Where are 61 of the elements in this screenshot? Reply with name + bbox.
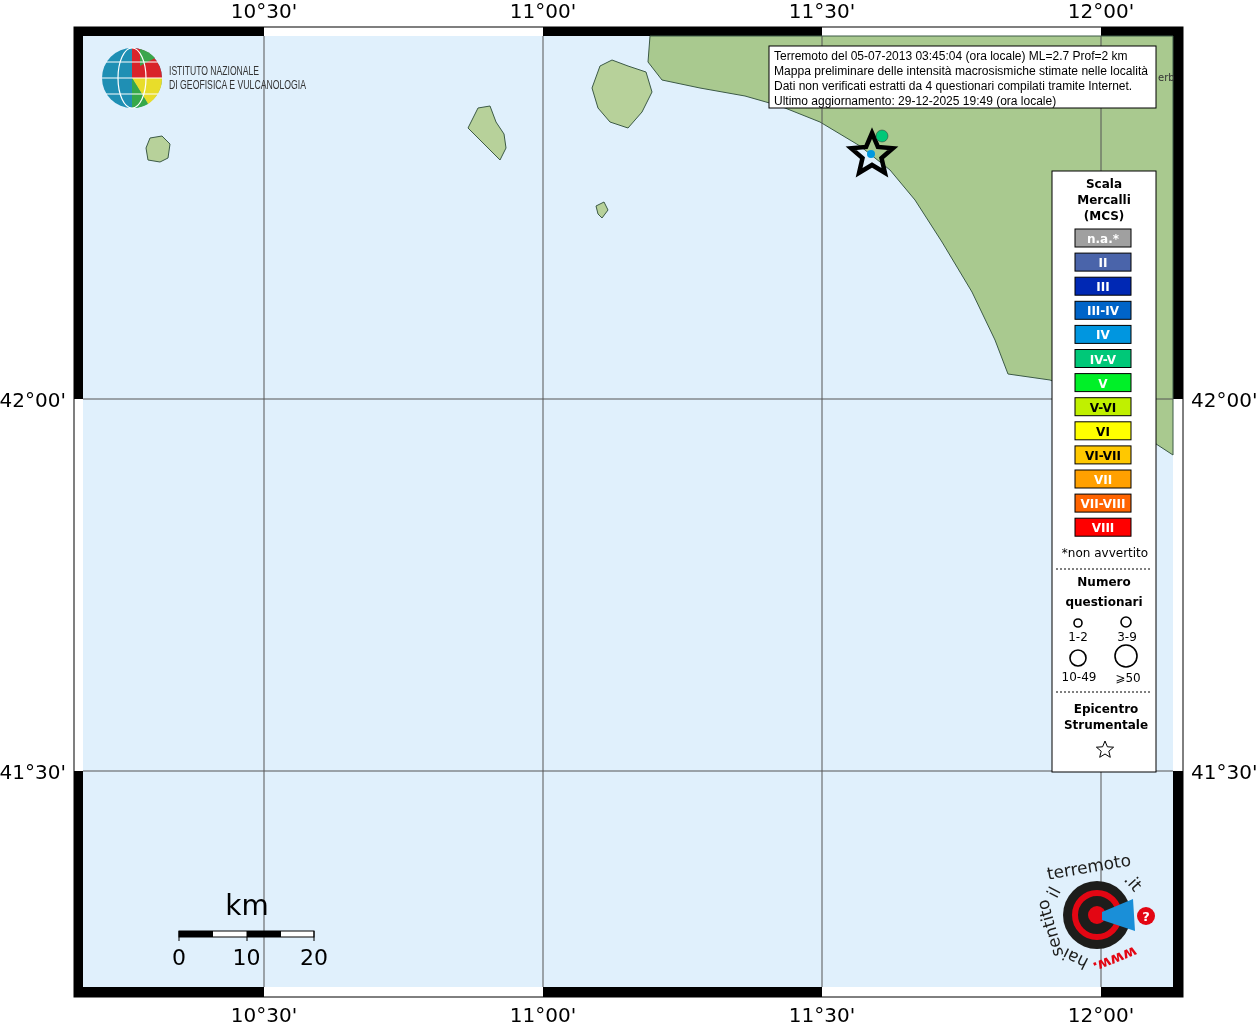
intensity-label: IV-V xyxy=(1089,352,1117,367)
intensity-label: n.a.* xyxy=(1087,232,1119,246)
longitude-label: 10°30' xyxy=(230,1003,298,1024)
legend-title: Scala xyxy=(1085,177,1123,191)
info-text: Dati non verificati estratti da 4 questionari compilati tramite Internet. xyxy=(774,79,1133,93)
scale-tick-label: 20 xyxy=(300,945,328,970)
count-circle-icon xyxy=(1120,616,1132,628)
intensity-label: VI xyxy=(1096,424,1110,439)
longitude-label: 11°00' xyxy=(509,1003,577,1024)
site-prefix: www. xyxy=(1090,942,1140,977)
longitude-label: 12°00' xyxy=(1067,0,1135,23)
intensity-label: II xyxy=(1098,256,1108,271)
count-circle-icon xyxy=(1073,618,1083,628)
count-label: 10-49 xyxy=(1061,670,1097,684)
intensity-label: III xyxy=(1096,280,1110,295)
scale-unit: km xyxy=(225,889,269,922)
legend-title: Epicentro xyxy=(1073,702,1139,716)
count-circle-icon xyxy=(1069,649,1087,667)
island-shape xyxy=(145,135,171,163)
intensity-label: VIII xyxy=(1091,521,1115,536)
question-mark: ? xyxy=(1142,909,1150,924)
scale-tick-label: 10 xyxy=(232,945,261,970)
legend-title: Numero xyxy=(1077,575,1131,589)
institute-name: ISTITUTO NAZIONALE xyxy=(169,64,295,78)
longitude-label: 11°00' xyxy=(509,0,577,23)
latitude-label: 41°30' xyxy=(0,760,66,784)
legend-title: Mercalli xyxy=(1077,193,1131,207)
intensity-label: IV xyxy=(1096,328,1110,343)
epicenter-star-icon xyxy=(845,127,899,178)
count-label: 1-2 xyxy=(1068,630,1088,644)
info-text: Terremoto del 05-07-2013 03:45:04 (ora locale) ML=2.7 Prof=2 km xyxy=(774,49,1128,63)
institute-name: DI GEOFISICA E VULCANOLOGIA xyxy=(169,78,359,92)
latitude-label: 42°00' xyxy=(1191,388,1256,412)
count-label: 3-9 xyxy=(1117,630,1137,644)
legend-note: *non avvertito xyxy=(1061,546,1149,560)
info-text: Mappa preliminare delle intensità macrosismiche stimate nelle località xyxy=(774,64,1145,78)
count-label: ⩾50 xyxy=(1115,671,1141,685)
intensity-label: VI-VII xyxy=(1084,448,1122,463)
intensity-label: III-IV xyxy=(1086,304,1120,319)
legend-title: questionari xyxy=(1065,595,1143,609)
intensity-label: V xyxy=(1098,376,1108,391)
longitude-label: 10°30' xyxy=(230,0,298,23)
info-text: Ultimo aggiornamento: 29-12-2025 19:49 (ora locale) xyxy=(774,94,1057,108)
island-shape xyxy=(595,201,609,219)
count-circle-icon xyxy=(1114,644,1138,668)
peninsula-shape xyxy=(591,59,653,129)
longitude-label: 11°30' xyxy=(788,1003,856,1024)
intensity-label: VII xyxy=(1093,473,1113,487)
longitude-label: 12°00' xyxy=(1067,1003,1135,1024)
intensity-label: V-VI xyxy=(1089,400,1117,415)
island-shape xyxy=(467,105,507,161)
question-badge xyxy=(1137,907,1155,925)
intensity-label: VII-VIII xyxy=(1080,497,1126,512)
star-icon xyxy=(1095,740,1115,758)
latitude-label: 42°00' xyxy=(0,388,66,412)
legend-title: (MCS) xyxy=(1083,209,1125,223)
globe-logo-icon xyxy=(101,47,163,109)
legend-title: Strumentale xyxy=(1063,718,1149,732)
scale-tick-label: 0 xyxy=(172,945,186,970)
longitude-label: 11°30' xyxy=(788,0,856,23)
latitude-label: 41°30' xyxy=(1191,760,1256,784)
